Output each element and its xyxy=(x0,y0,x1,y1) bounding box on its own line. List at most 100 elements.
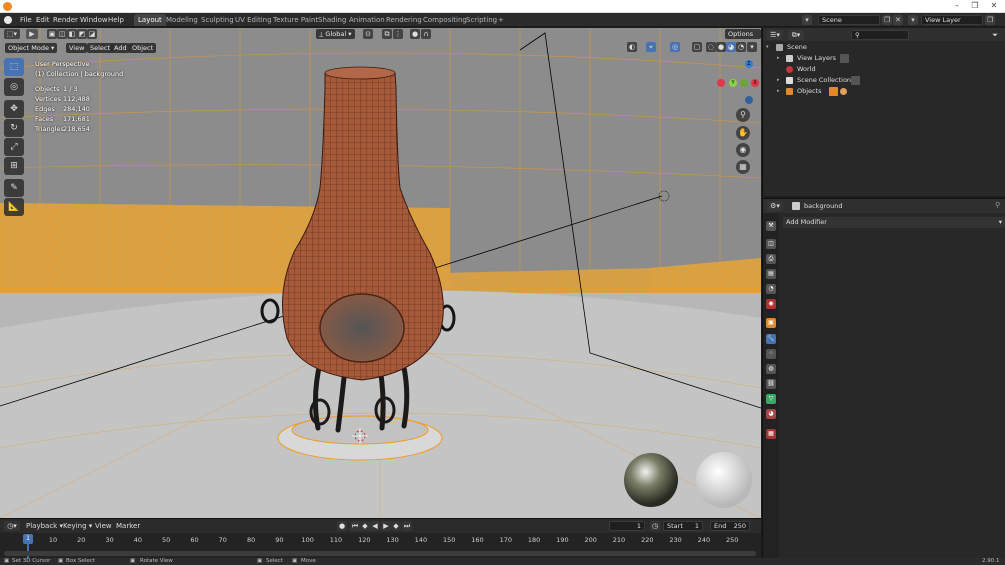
play-reverse-icon[interactable]: ◀ xyxy=(370,521,380,531)
shading-options-icon[interactable]: ▾ xyxy=(747,42,757,52)
options-dropdown[interactable]: Options ▾ xyxy=(725,29,761,48)
expand-arrow-icon[interactable]: ▸ xyxy=(777,75,780,86)
expand-arrow-icon[interactable]: ▸ xyxy=(777,86,780,97)
modifier-tab-icon[interactable]: 🔧 xyxy=(766,334,776,344)
mesh-filter-icon[interactable] xyxy=(829,87,838,96)
view-layer-field[interactable]: View Layer xyxy=(921,15,983,25)
outliner-row-scene[interactable]: ▾ Scene xyxy=(763,42,1005,53)
scene-icon[interactable]: ▾ xyxy=(802,15,812,25)
record-icon[interactable]: ● xyxy=(337,521,347,531)
end-frame-field[interactable]: End 250 xyxy=(710,521,750,531)
preview-range-icon[interactable]: ◷ xyxy=(650,521,660,531)
object-tab-icon[interactable]: ▣ xyxy=(766,318,776,328)
cursor-tool-icon[interactable]: ◎ xyxy=(4,78,24,96)
select-mode-subtract-icon[interactable]: ◧ xyxy=(67,29,77,39)
expand-arrow-icon[interactable]: ▸ xyxy=(777,53,780,64)
object-menu[interactable]: Object xyxy=(129,43,157,53)
axis-neg-x-icon[interactable] xyxy=(717,79,725,87)
axis-neg-z-icon[interactable] xyxy=(745,96,753,104)
pan-hand-icon[interactable]: ✋ xyxy=(736,126,750,140)
outliner-row-scene-collection[interactable]: ▸ Scene Collection xyxy=(763,75,1005,86)
axis-neg-y-icon[interactable] xyxy=(740,79,748,87)
select-tool-icon[interactable]: ▶ xyxy=(26,29,38,39)
perspective-toggle-icon[interactable]: ▦ xyxy=(736,160,750,174)
timeline-scrollbar[interactable] xyxy=(4,551,756,556)
view-layer-tab-icon[interactable]: ▤ xyxy=(766,269,776,279)
snap-target-icon[interactable]: ⋮ xyxy=(393,29,403,39)
editor-type-icon[interactable]: ⬚▾ xyxy=(4,29,20,39)
wireframe-shading-icon[interactable]: ◌ xyxy=(706,42,716,52)
gizmo-toggle-icon[interactable]: ⌖ xyxy=(646,42,656,52)
outliner[interactable]: ☰▾ ⧉▾ ⚲ ⏷ ▾ Scene ▸ View Layers World ▸ … xyxy=(762,28,1005,196)
add-workspace-button[interactable]: + xyxy=(494,14,508,26)
pivot-point-icon[interactable]: ⊙ xyxy=(363,29,373,39)
tool-tab-icon[interactable]: ⚒ xyxy=(766,221,776,231)
timeline[interactable]: ◷▾ Playback ▾ Keying ▾ View Marker ● ⏮ ◆… xyxy=(0,518,761,559)
select-menu[interactable]: Select xyxy=(87,43,114,53)
new-view-layer-button[interactable]: ❐ xyxy=(985,15,995,25)
select-mode-intersect-icon[interactable]: ◪ xyxy=(87,29,97,39)
outliner-search-input[interactable]: ⚲ xyxy=(851,30,909,40)
snap-icon[interactable]: ⧉ xyxy=(382,29,392,39)
filter-icon[interactable]: ⏷ xyxy=(988,30,1002,40)
menu-window[interactable]: Window xyxy=(80,15,108,26)
next-keyframe-icon[interactable]: ◆ xyxy=(391,521,401,531)
axis-x-icon[interactable]: X xyxy=(751,79,759,87)
delete-scene-button[interactable]: ✕ xyxy=(893,15,903,25)
tab-modeling[interactable]: Modeling xyxy=(162,14,202,26)
measure-tool-icon[interactable]: 📐 xyxy=(4,198,24,216)
output-tab-icon[interactable]: ⎙ xyxy=(766,254,776,264)
jump-start-icon[interactable]: ⏮ xyxy=(350,521,360,531)
camera-view-icon[interactable]: ◉ xyxy=(736,143,750,157)
add-modifier-dropdown[interactable]: Add Modifier ▾ xyxy=(783,217,1005,228)
timeline-editor-icon[interactable]: ◷▾ xyxy=(4,521,20,531)
zoom-icon[interactable]: ⚲ xyxy=(736,108,750,122)
material-tab-icon[interactable]: ◕ xyxy=(766,409,776,419)
particles-tab-icon[interactable]: ⁘ xyxy=(766,349,776,359)
rendered-shading-icon[interactable]: ◔ xyxy=(736,42,746,52)
world-tab-icon[interactable]: ◉ xyxy=(766,299,776,309)
new-scene-button[interactable]: ❐ xyxy=(882,15,892,25)
prev-keyframe-icon[interactable]: ◆ xyxy=(360,521,370,531)
xray-toggle-icon[interactable]: ▢ xyxy=(692,42,702,52)
menu-edit[interactable]: Edit xyxy=(36,15,50,26)
play-icon[interactable]: ▶ xyxy=(381,521,391,531)
menu-render[interactable]: Render xyxy=(53,15,78,26)
proportional-falloff-icon[interactable]: ∩ xyxy=(421,29,431,39)
view-object-types-icon[interactable]: ◐ xyxy=(627,42,637,52)
texture-tab-icon[interactable]: ▦ xyxy=(766,429,776,439)
collapse-arrow-icon[interactable]: ▾ xyxy=(766,42,769,53)
blender-menu-icon[interactable] xyxy=(4,16,12,24)
jump-end-icon[interactable]: ⏭ xyxy=(402,521,412,531)
scene-field[interactable]: Scene xyxy=(818,15,880,25)
collection-settings-icon[interactable] xyxy=(851,76,860,85)
outliner-row-objects[interactable]: ▸ Objects xyxy=(763,86,1005,97)
object-mode-dropdown[interactable]: Object Mode ▾ xyxy=(5,43,58,53)
playhead[interactable]: 1 xyxy=(23,534,33,544)
data-tab-icon[interactable]: ▽ xyxy=(766,394,776,404)
3d-viewport[interactable]: ⬚▾ ▶ ▣ ◫ ◧ ◩ ◪ Object Mode ▾ View Select… xyxy=(0,28,761,518)
outliner-row-world[interactable]: World xyxy=(763,64,1005,75)
keying-menu[interactable]: Keying ▾ xyxy=(63,521,92,532)
material-preview-icon[interactable]: ◕ xyxy=(726,42,736,52)
overlay-toggle-icon[interactable]: ◎ xyxy=(670,42,680,52)
scale-tool-icon[interactable]: ⤢ xyxy=(4,138,24,156)
proportional-edit-icon[interactable]: ● xyxy=(410,29,420,39)
transform-orientation-dropdown[interactable]: ⟂ Global ▾ xyxy=(316,29,355,39)
properties-panel[interactable]: ⚙▾ background ⚲ ⚒ ◫ ⎙ ▤ ◔ ◉ ▣ 🔧 ⁘ ◍ ⛓ ▽ … xyxy=(762,198,1005,559)
axis-z-icon[interactable]: Z xyxy=(745,60,753,68)
pin-icon[interactable]: ⚲ xyxy=(995,201,1000,209)
display-mode-icon[interactable]: ⧉▾ xyxy=(788,30,804,40)
outliner-editor-icon[interactable]: ☰▾ xyxy=(767,30,783,40)
view-layer-icon[interactable]: ▾ xyxy=(908,15,918,25)
frame-ruler[interactable]: 10 20 30 40 50 60 70 80 90 100 110 120 130 140 150 160 1… xyxy=(0,534,761,546)
render-layer-icon[interactable] xyxy=(840,54,849,63)
view-menu[interactable]: View xyxy=(66,43,88,53)
add-menu[interactable]: Add xyxy=(111,43,130,53)
close-button[interactable]: ✕ xyxy=(985,0,1003,13)
constraints-tab-icon[interactable]: ⛓ xyxy=(766,379,776,389)
select-box-tool-icon[interactable]: ⬚ xyxy=(4,58,24,76)
move-tool-icon[interactable]: ✥ xyxy=(4,100,24,118)
physics-tab-icon[interactable]: ◍ xyxy=(766,364,776,374)
transform-tool-icon[interactable]: ⊞ xyxy=(4,157,24,175)
